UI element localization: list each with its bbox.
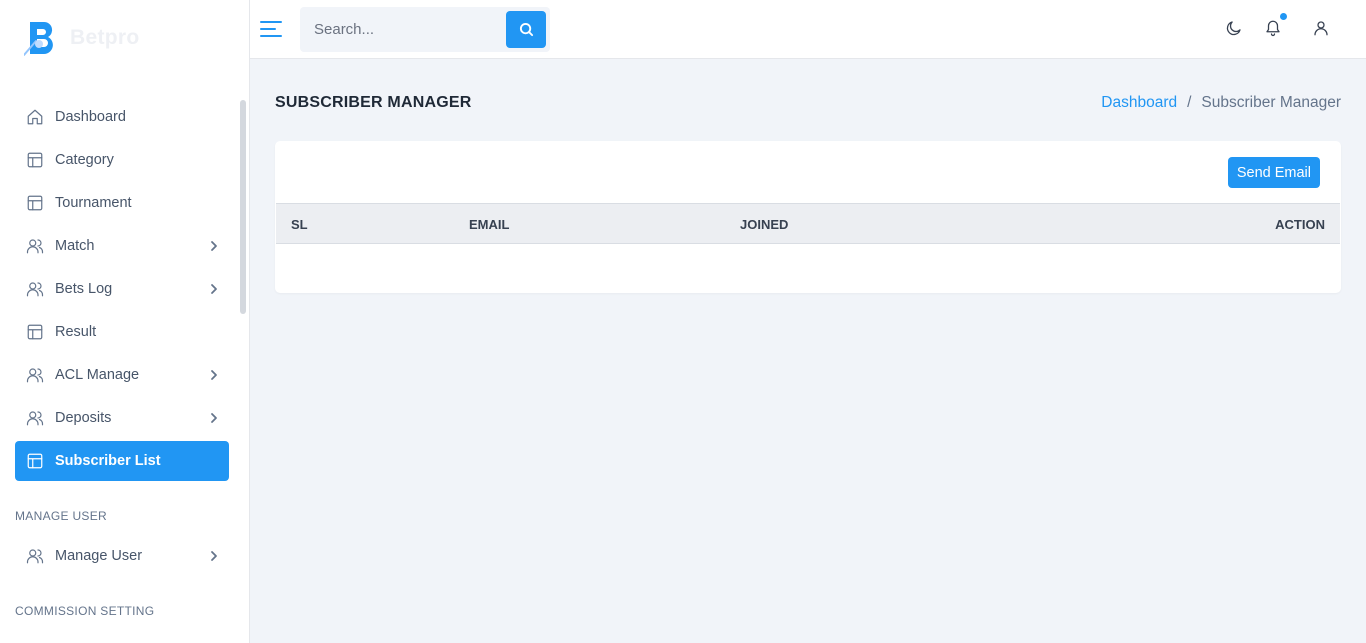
- sidebar-nav-manage-user: Manage User: [15, 536, 229, 579]
- sidebar-scrollbar[interactable]: [240, 100, 246, 314]
- sidebar-item-manage-user[interactable]: Manage User: [15, 536, 229, 576]
- chevron-right-icon: [207, 411, 221, 425]
- chevron-right-icon: [207, 282, 221, 296]
- layout-icon: [25, 451, 45, 471]
- breadcrumb-current: Subscriber Manager: [1201, 94, 1341, 111]
- search-input[interactable]: [300, 7, 505, 52]
- breadcrumb-dashboard-link[interactable]: Dashboard: [1101, 94, 1177, 112]
- layout-icon: [25, 322, 45, 342]
- column-header-sl: SL: [291, 217, 308, 232]
- section-label-commission-setting: COMMISSION SETTING: [15, 604, 155, 618]
- column-header-email: EMAIL: [469, 217, 510, 232]
- sidebar-item-label: Bets Log: [55, 281, 113, 297]
- users-icon: [25, 546, 45, 566]
- brand-logo[interactable]: Betpro: [23, 18, 140, 58]
- sidebar-item-label: Manage User: [55, 548, 143, 564]
- chevron-right-icon: [207, 549, 221, 563]
- layout-icon: [25, 150, 45, 170]
- notification-dot: [1280, 13, 1287, 20]
- sidebar-item-label: ACL Manage: [55, 367, 140, 383]
- sidebar-item-label: Tournament: [55, 195, 132, 211]
- brand-name: Betpro: [70, 26, 140, 49]
- subscriber-card: Send Email SL EMAIL JOINED ACTION: [275, 141, 1341, 293]
- sidebar-item-deposits[interactable]: Deposits: [15, 398, 229, 438]
- home-icon: [25, 107, 45, 127]
- send-email-button[interactable]: Send Email: [1227, 157, 1320, 188]
- sidebar-item-bets-log[interactable]: Bets Log: [15, 269, 229, 309]
- sidebar-item-label: Match: [55, 238, 95, 254]
- sidebar-item-category[interactable]: Category: [15, 140, 229, 180]
- sidebar-item-label: Category: [55, 152, 114, 168]
- sidebar-item-match[interactable]: Match: [15, 226, 229, 266]
- topbar: [250, 0, 1366, 59]
- users-icon: [25, 279, 45, 299]
- users-icon: [25, 236, 45, 256]
- table-header: SL EMAIL JOINED ACTION: [276, 203, 1340, 244]
- moon-icon[interactable]: [1225, 19, 1245, 39]
- section-label-manage-user: MANAGE USER: [15, 509, 107, 523]
- sidebar-item-result[interactable]: Result: [15, 312, 229, 352]
- users-icon: [25, 408, 45, 428]
- page-title: SUBSCRIBER MANAGER: [275, 94, 472, 111]
- users-icon: [25, 365, 45, 385]
- sidebar: Betpro Dashboard Category Tournament Mat…: [0, 0, 250, 643]
- user-icon[interactable]: [1312, 19, 1332, 39]
- sidebar-item-label: Dashboard: [55, 109, 126, 125]
- chevron-right-icon: [207, 368, 221, 382]
- chevron-right-icon: [207, 239, 221, 253]
- hamburger-icon[interactable]: [259, 17, 283, 41]
- layout-icon: [25, 193, 45, 213]
- sidebar-item-dashboard[interactable]: Dashboard: [15, 97, 229, 137]
- sidebar-item-acl-manage[interactable]: ACL Manage: [15, 355, 229, 395]
- breadcrumb: Dashboard / Subscriber Manager: [1101, 94, 1341, 112]
- sidebar-item-label: Result: [55, 324, 97, 340]
- sidebar-item-label: Subscriber List: [55, 453, 161, 469]
- search-button[interactable]: [506, 11, 546, 48]
- sidebar-nav: Dashboard Category Tournament Match Bets…: [15, 97, 229, 484]
- sidebar-item-label: Deposits: [55, 410, 112, 426]
- column-header-joined: JOINED: [740, 217, 789, 232]
- table-body: [276, 244, 1340, 292]
- sidebar-item-subscriber-list[interactable]: Subscriber List: [15, 441, 229, 481]
- bell-icon[interactable]: [1264, 13, 1287, 39]
- search-icon: [519, 22, 533, 37]
- logo-icon: [23, 19, 62, 57]
- breadcrumb-separator: /: [1187, 94, 1192, 111]
- column-header-action: ACTION: [1275, 217, 1325, 232]
- search-box: [300, 7, 550, 52]
- sidebar-item-tournament[interactable]: Tournament: [15, 183, 229, 223]
